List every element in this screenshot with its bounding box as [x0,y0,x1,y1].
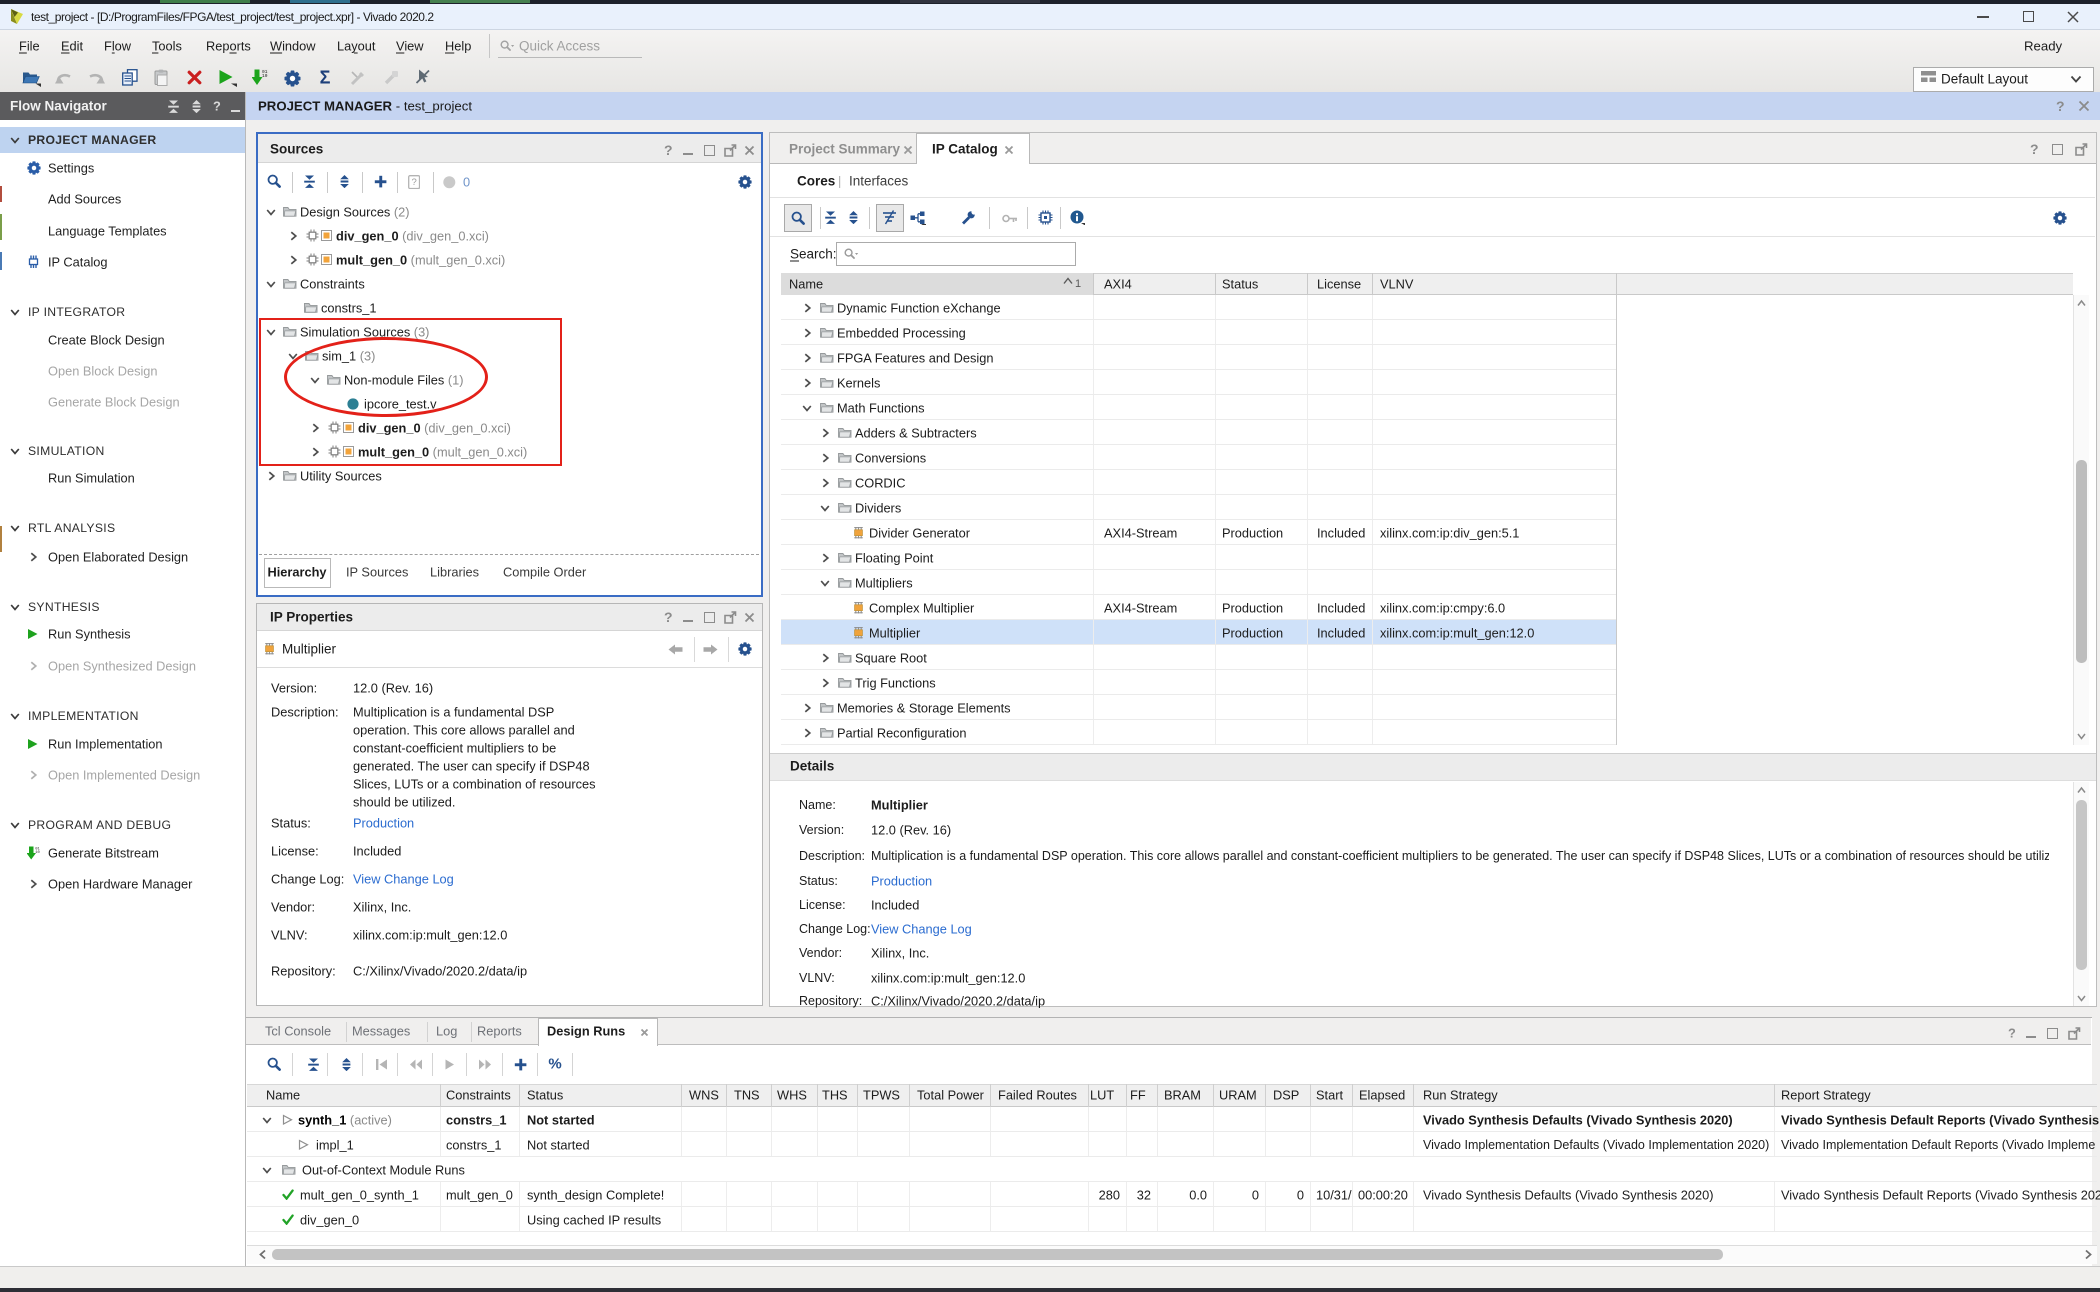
svg-text:10: 10 [35,851,40,855]
svg-text:?: ? [411,177,416,188]
svg-text:10: 10 [262,73,268,79]
